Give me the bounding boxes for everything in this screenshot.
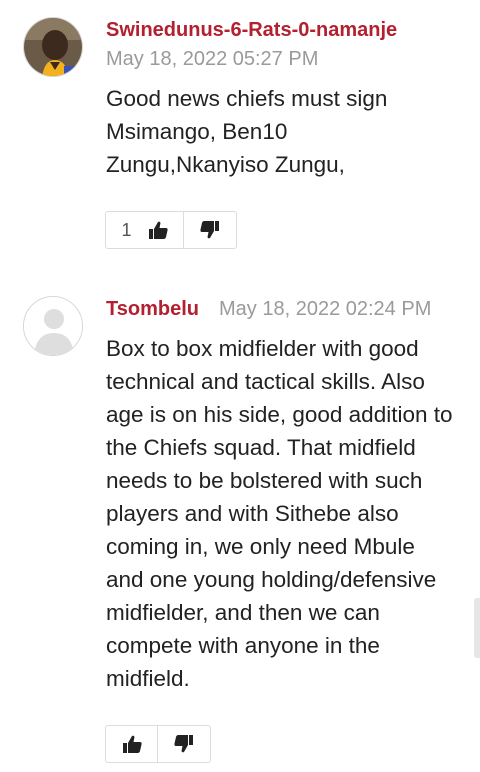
upvote-count: 1 xyxy=(121,219,132,240)
thumbs-down-icon xyxy=(200,221,220,239)
comment-author[interactable]: Swinedunus-6-Rats-0-namanje xyxy=(106,19,397,42)
comment-date: May 18, 2022 02:24 PM xyxy=(219,298,432,320)
comment-date: May 18, 2022 05:27 PM xyxy=(106,48,319,70)
thumbs-down-icon xyxy=(174,735,194,753)
user-photo xyxy=(24,18,82,76)
upvote-button[interactable] xyxy=(105,725,158,763)
avatar[interactable] xyxy=(23,17,83,77)
avatar[interactable] xyxy=(23,296,83,356)
downvote-button[interactable] xyxy=(158,725,211,763)
comment-text: Box to box midfielder with good technica… xyxy=(106,336,453,691)
downvote-button[interactable] xyxy=(184,211,237,249)
comment-text: Good news chiefs must sign Msimango, Ben… xyxy=(106,86,388,177)
default-avatar-icon xyxy=(24,297,82,355)
vote-controls xyxy=(105,725,211,765)
vote-controls: 1 xyxy=(105,211,237,251)
thumbs-up-icon xyxy=(148,221,168,239)
comment-author[interactable]: Tsombelu xyxy=(106,298,199,321)
upvote-button[interactable]: 1 xyxy=(105,211,184,249)
thumbs-up-icon xyxy=(122,735,142,753)
scrollbar-thumb[interactable] xyxy=(474,598,480,658)
